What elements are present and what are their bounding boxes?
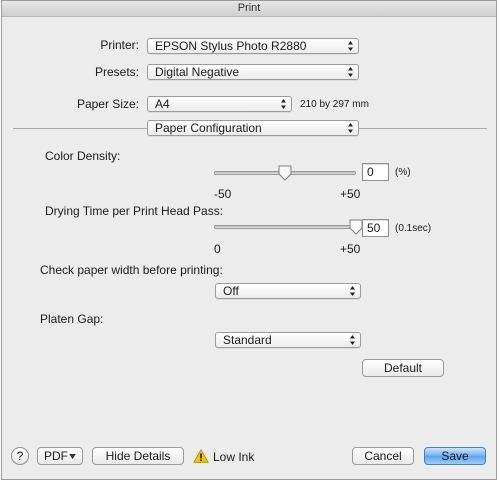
drying-time-unit: (0.1sec) (395, 223, 432, 234)
warning-triangle-icon (193, 449, 209, 463)
hide-details-button[interactable]: Hide Details (92, 447, 184, 465)
section-separator-left (13, 128, 147, 129)
paper-size-value: A4 (155, 97, 170, 111)
pdf-label: PDF (44, 449, 68, 463)
color-density-label: Color Density: (45, 149, 121, 163)
updown-arrows-icon (281, 99, 286, 109)
color-density-slider-knob[interactable] (278, 165, 292, 181)
help-button[interactable]: ? (11, 447, 29, 465)
color-density-max: +50 (340, 187, 361, 201)
window-title: Print (2, 1, 496, 17)
platen-gap-select[interactable]: Standard (215, 332, 361, 348)
updown-arrows-icon (348, 67, 353, 77)
updown-arrows-icon (348, 41, 353, 51)
presets-label: Presets: (94, 65, 139, 79)
color-density-unit: (%) (395, 167, 411, 178)
printer-value: EPSON Stylus Photo R2880 (155, 39, 307, 53)
updown-arrows-icon (350, 335, 355, 345)
updown-arrows-icon (348, 123, 353, 133)
cancel-button[interactable]: Cancel (352, 447, 414, 465)
drying-time-max: +50 (340, 242, 361, 256)
default-button[interactable]: Default (362, 359, 444, 377)
presets-select[interactable]: Digital Negative (147, 64, 359, 80)
triangle-down-icon (69, 454, 76, 459)
low-ink-status: Low Ink (213, 450, 255, 464)
printer-label: Printer: (100, 38, 139, 52)
platen-gap-label: Platen Gap: (40, 312, 104, 326)
paper-size-dimensions: 210 by 297 mm (300, 99, 369, 110)
section-separator-right (359, 128, 487, 129)
drying-time-min: 0 (214, 242, 221, 256)
pdf-menu-button[interactable]: PDF (37, 447, 83, 465)
drying-time-input[interactable]: 50 (362, 219, 389, 237)
color-density-input[interactable]: 0 (362, 163, 389, 181)
check-paper-width-label: Check paper width before printing: (40, 263, 223, 277)
paper-size-select[interactable]: A4 (147, 96, 292, 112)
check-paper-width-value: Off (223, 284, 239, 298)
panel-value: Paper Configuration (155, 121, 262, 135)
save-button[interactable]: Save (424, 447, 486, 465)
paper-size-label: Paper Size: (76, 97, 139, 111)
drying-time-slider[interactable] (214, 225, 356, 229)
updown-arrows-icon (350, 286, 355, 296)
drying-time-label: Drying Time per Print Head Pass: (45, 204, 224, 218)
platen-gap-value: Standard (223, 333, 272, 347)
panel-select[interactable]: Paper Configuration (147, 120, 359, 136)
color-density-min: -50 (214, 187, 232, 201)
drying-time-slider-knob[interactable] (349, 219, 363, 235)
check-paper-width-select[interactable]: Off (215, 283, 361, 299)
printer-select[interactable]: EPSON Stylus Photo R2880 (147, 38, 359, 54)
presets-value: Digital Negative (155, 65, 240, 79)
print-dialog: Print Printer: EPSON Stylus Photo R2880 … (1, 0, 497, 480)
